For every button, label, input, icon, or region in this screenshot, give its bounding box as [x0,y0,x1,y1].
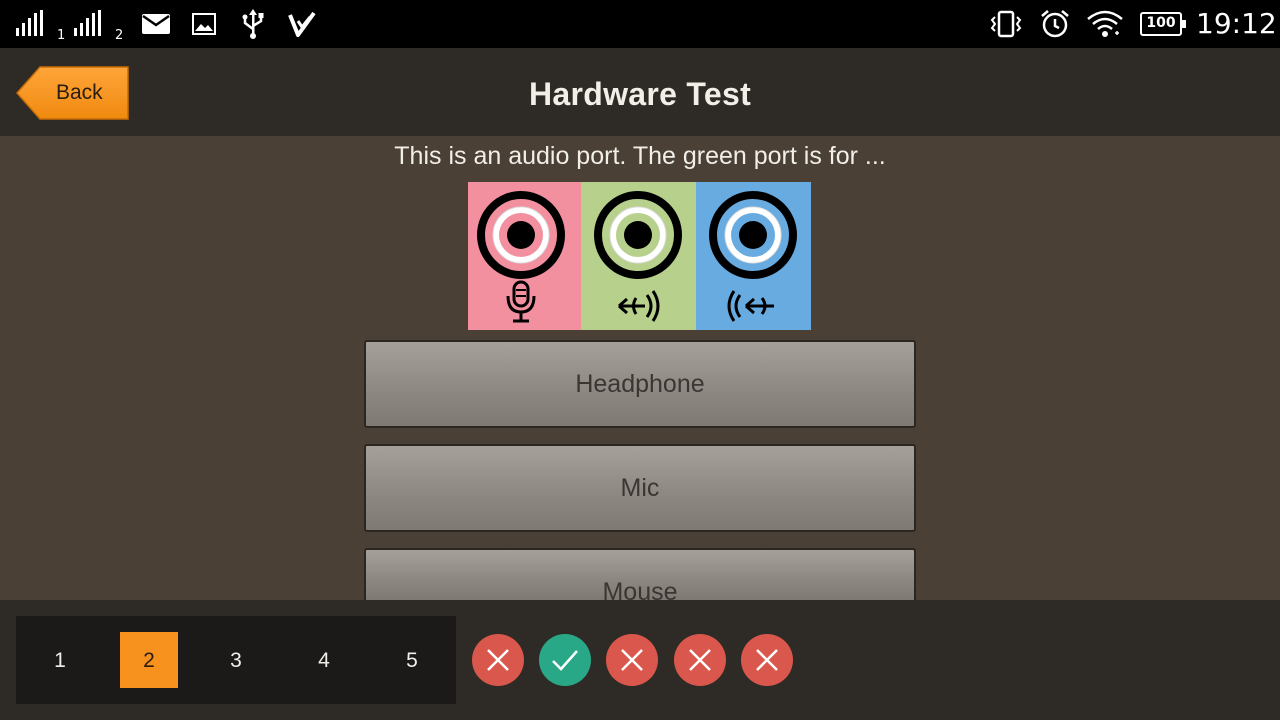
clock: 19:12 [1196,7,1277,40]
result-5-wrong [741,634,793,686]
status-bar: 1 2 100 19:12 [0,0,1280,48]
vibrate-icon [990,0,1022,48]
result-4-wrong [674,634,726,686]
blue-port [696,182,811,330]
signal-icon [16,0,46,48]
download-check-icon [288,0,316,48]
battery-icon: 100 [1140,12,1186,36]
check-icon [552,650,578,671]
close-icon [621,649,643,671]
line-out-icon [618,290,660,322]
app-header: Back Hardware Test [0,48,1280,136]
pink-port [468,182,581,330]
question-5-button[interactable]: 5 [383,632,441,688]
answer-mouse-button[interactable]: Mouse [364,548,916,606]
question-text: This is an audio port. The green port is… [394,142,886,170]
usb-icon [240,0,266,48]
sim2-label: 2 [115,28,124,43]
result-2-correct [539,634,591,686]
question-1-button[interactable]: 1 [31,632,89,688]
bottom-bar: 1 2 3 4 5 [0,600,1280,720]
result-1-wrong [472,634,524,686]
audio-port-image [468,182,811,330]
question-3-button[interactable]: 3 [207,632,265,688]
close-icon [689,649,711,671]
answer-headphone-button[interactable]: Headphone [364,340,916,428]
question-4-button[interactable]: 4 [295,632,353,688]
green-port [581,182,696,330]
result-3-wrong [606,634,658,686]
alarm-icon [1040,0,1070,48]
close-icon [487,649,509,671]
mail-icon [142,0,170,48]
line-in-icon [727,290,774,322]
wifi-icon [1086,0,1124,48]
question-navigator: 1 2 3 4 5 [16,616,456,704]
page-title: Hardware Test [528,76,752,112]
question-2-button[interactable]: 2 [120,632,178,688]
image-icon [192,0,216,48]
sim1-label: 1 [57,28,66,43]
answer-mic-button[interactable]: Mic [364,444,916,532]
close-icon [756,649,778,671]
signal-icon [74,0,108,48]
microphone-icon [506,280,536,323]
battery-level: 100 [1146,15,1176,31]
